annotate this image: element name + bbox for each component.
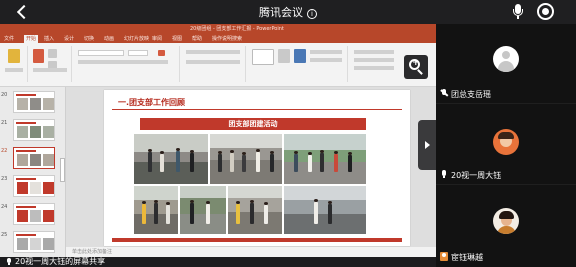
mic-icon[interactable]: [511, 3, 525, 21]
shared-screen: 20级团组 - 团支部工作汇报 - PowerPoint 文件 开始 插入 设计 切换 动…: [0, 24, 436, 257]
meeting-title: 腾讯会议 i: [0, 4, 576, 20]
participant-name: 宦钰琳越: [440, 252, 483, 263]
mic-muted-icon: [440, 89, 449, 98]
ribbon-group-font: [74, 46, 180, 82]
slide-number: 21: [1, 120, 8, 126]
shapes-icon: [252, 49, 274, 65]
font-color-icon: [158, 50, 165, 56]
ppt-menu-bar: 文件 开始 插入 设计 切换 动画 幻灯片放映 审阅 视图 帮助 操作说明搜索: [0, 34, 436, 43]
photo-avatar: [493, 129, 519, 155]
ppt-menu-item[interactable]: 视图: [172, 35, 182, 42]
top-bar: 腾讯会议 i: [0, 0, 576, 24]
ppt-menu-item[interactable]: 插入: [44, 35, 54, 42]
mic-icon: [6, 258, 12, 266]
layout-icon: [48, 49, 57, 58]
activity-photo-3: [284, 134, 366, 184]
slide-thumbnail[interactable]: 25: [0, 231, 66, 254]
share-status-bar: 20视一周大钰的屏幕共享: [0, 257, 436, 267]
ppt-menu-item[interactable]: 开始: [24, 35, 39, 43]
ppt-menu-item[interactable]: 帮助: [192, 35, 202, 42]
default-avatar: [493, 46, 519, 72]
notes-pane[interactable]: 单击此处添加备注: [66, 247, 436, 257]
activity-photo-5: [180, 186, 226, 234]
new-slide-icon: [33, 49, 44, 63]
quick-styles-icon: [294, 49, 306, 63]
ppt-menu-item[interactable]: 审阅: [152, 35, 162, 42]
slide-number: 24: [1, 204, 8, 210]
ppt-title-bar: 20级团组 - 团支部工作汇报 - PowerPoint: [0, 24, 436, 34]
zoom-in-icon[interactable]: [404, 55, 428, 79]
activity-photo-7: [284, 186, 366, 234]
slide-banner: 团支部团建活动: [140, 118, 366, 130]
photo-avatar: [493, 208, 519, 234]
info-icon[interactable]: i: [307, 9, 317, 19]
slide-number: 22: [1, 148, 8, 154]
participant-tile[interactable]: 20视一周大钰: [436, 105, 576, 185]
ribbon-group-drawing: [248, 46, 348, 82]
ribbon-group-clipboard: [2, 46, 28, 82]
paste-icon: [8, 49, 20, 63]
ppt-menu-item[interactable]: 文件: [4, 35, 14, 42]
slide-number: 20: [1, 92, 8, 98]
slide-thumbnail[interactable]: 24: [0, 203, 66, 226]
slide-heading: 一.团支部工作回顾: [118, 98, 186, 107]
slide-thumbnail-panel: 20 21 22 23 24 25: [0, 87, 66, 257]
current-slide: 一.团支部工作回顾 团支部团建活动: [104, 90, 410, 246]
slide-number: 25: [1, 232, 8, 238]
ppt-menu-item[interactable]: 动画: [104, 35, 114, 42]
participant-panel: 团总支岳瑶 20视一周大钰 宦钰琳越: [436, 24, 576, 267]
thumbnail-scrollbar[interactable]: [60, 158, 65, 182]
ribbon-group-editing: [350, 46, 400, 82]
meeting-window: 腾讯会议 i 20级团组 - 团支部工作汇报 - PowerPoint 文件 开始插…: [0, 0, 576, 267]
collapse-panel-button[interactable]: [418, 120, 436, 170]
ppt-window-title: 20级团组 - 团支部工作汇报 - PowerPoint: [190, 26, 284, 32]
share-status-text: 20视一周大钰的屏幕共享: [15, 257, 106, 266]
slide-number: 23: [1, 176, 8, 182]
slide-editor: 一.团支部工作回顾 团支部团建活动 单击此处添加备注: [66, 87, 436, 257]
slide-thumbnail[interactable]: 22: [0, 147, 66, 170]
record-icon[interactable]: [537, 3, 554, 20]
mic-icon: [440, 170, 448, 179]
slide-heading-rule: [112, 109, 402, 110]
slide-thumbnail-image: [13, 119, 55, 141]
slide-thumbnail-image: [13, 91, 55, 113]
ppt-menu-item[interactable]: 切换: [84, 35, 94, 42]
activity-photo-1: [134, 134, 208, 184]
activity-photo-2: [210, 134, 282, 184]
slide-thumbnail-image: [13, 147, 55, 169]
activity-photo-6: [228, 186, 282, 234]
ppt-menu-item[interactable]: 幻灯片放映: [124, 35, 149, 42]
activity-photo-4: [134, 186, 178, 234]
ppt-menu-item[interactable]: 设计: [64, 35, 74, 42]
ppt-menu-item[interactable]: 操作说明搜索: [212, 35, 242, 42]
participant-tile[interactable]: 宦钰琳越: [436, 186, 576, 266]
ribbon-group-slides: [30, 46, 72, 82]
slide-thumbnail[interactable]: 21: [0, 119, 66, 142]
participant-tile[interactable]: 团总支岳瑶: [436, 24, 576, 104]
slide-thumbnail[interactable]: 23: [0, 175, 66, 198]
slide-footer-bar: [112, 238, 402, 242]
slide-thumbnail-image: [13, 231, 55, 253]
slide-thumbnail-image: [13, 175, 55, 197]
participant-name: 团总支岳瑶: [440, 89, 491, 100]
arrange-icon: [278, 49, 290, 63]
slide-thumbnail[interactable]: 20: [0, 91, 66, 114]
user-icon: [440, 252, 448, 261]
participant-name: 20视一周大钰: [440, 170, 501, 181]
meeting-title-text: 腾讯会议: [259, 6, 303, 19]
ribbon-group-paragraph: [182, 46, 246, 82]
slide-thumbnail-image: [13, 203, 55, 225]
ppt-ribbon: [0, 43, 436, 87]
